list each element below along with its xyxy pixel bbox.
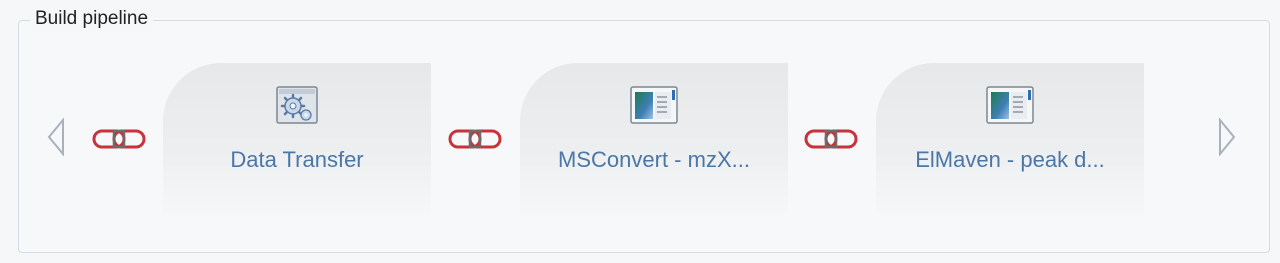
app-window-icon — [984, 84, 1036, 128]
step-label: ElMaven - peak d... — [915, 147, 1105, 172]
app-window-icon — [628, 84, 680, 128]
chevron-left-icon — [47, 118, 64, 156]
gear-settings-icon — [271, 84, 323, 128]
pipeline-link-3[interactable] — [804, 128, 858, 150]
step-label: Data Transfer — [230, 147, 364, 172]
step-label: MSConvert - mzX... — [558, 147, 750, 172]
pipeline-link-2[interactable] — [448, 128, 502, 150]
chain-link-icon — [804, 129, 858, 149]
panel-title: Build pipeline — [30, 7, 154, 31]
scroll-right-button[interactable] — [1217, 118, 1237, 156]
pipeline-step-data-transfer[interactable]: Data Transfer — [163, 63, 431, 215]
pipeline-step-elmaven[interactable]: ElMaven - peak d... — [876, 63, 1144, 215]
chevron-right-icon — [1219, 118, 1236, 156]
chain-link-icon — [448, 129, 502, 149]
pipeline-link-1[interactable] — [92, 128, 146, 150]
pipeline-step-msconvert[interactable]: MSConvert - mzX... — [520, 63, 788, 215]
chain-link-icon — [92, 129, 146, 149]
scroll-left-button[interactable] — [46, 118, 66, 156]
